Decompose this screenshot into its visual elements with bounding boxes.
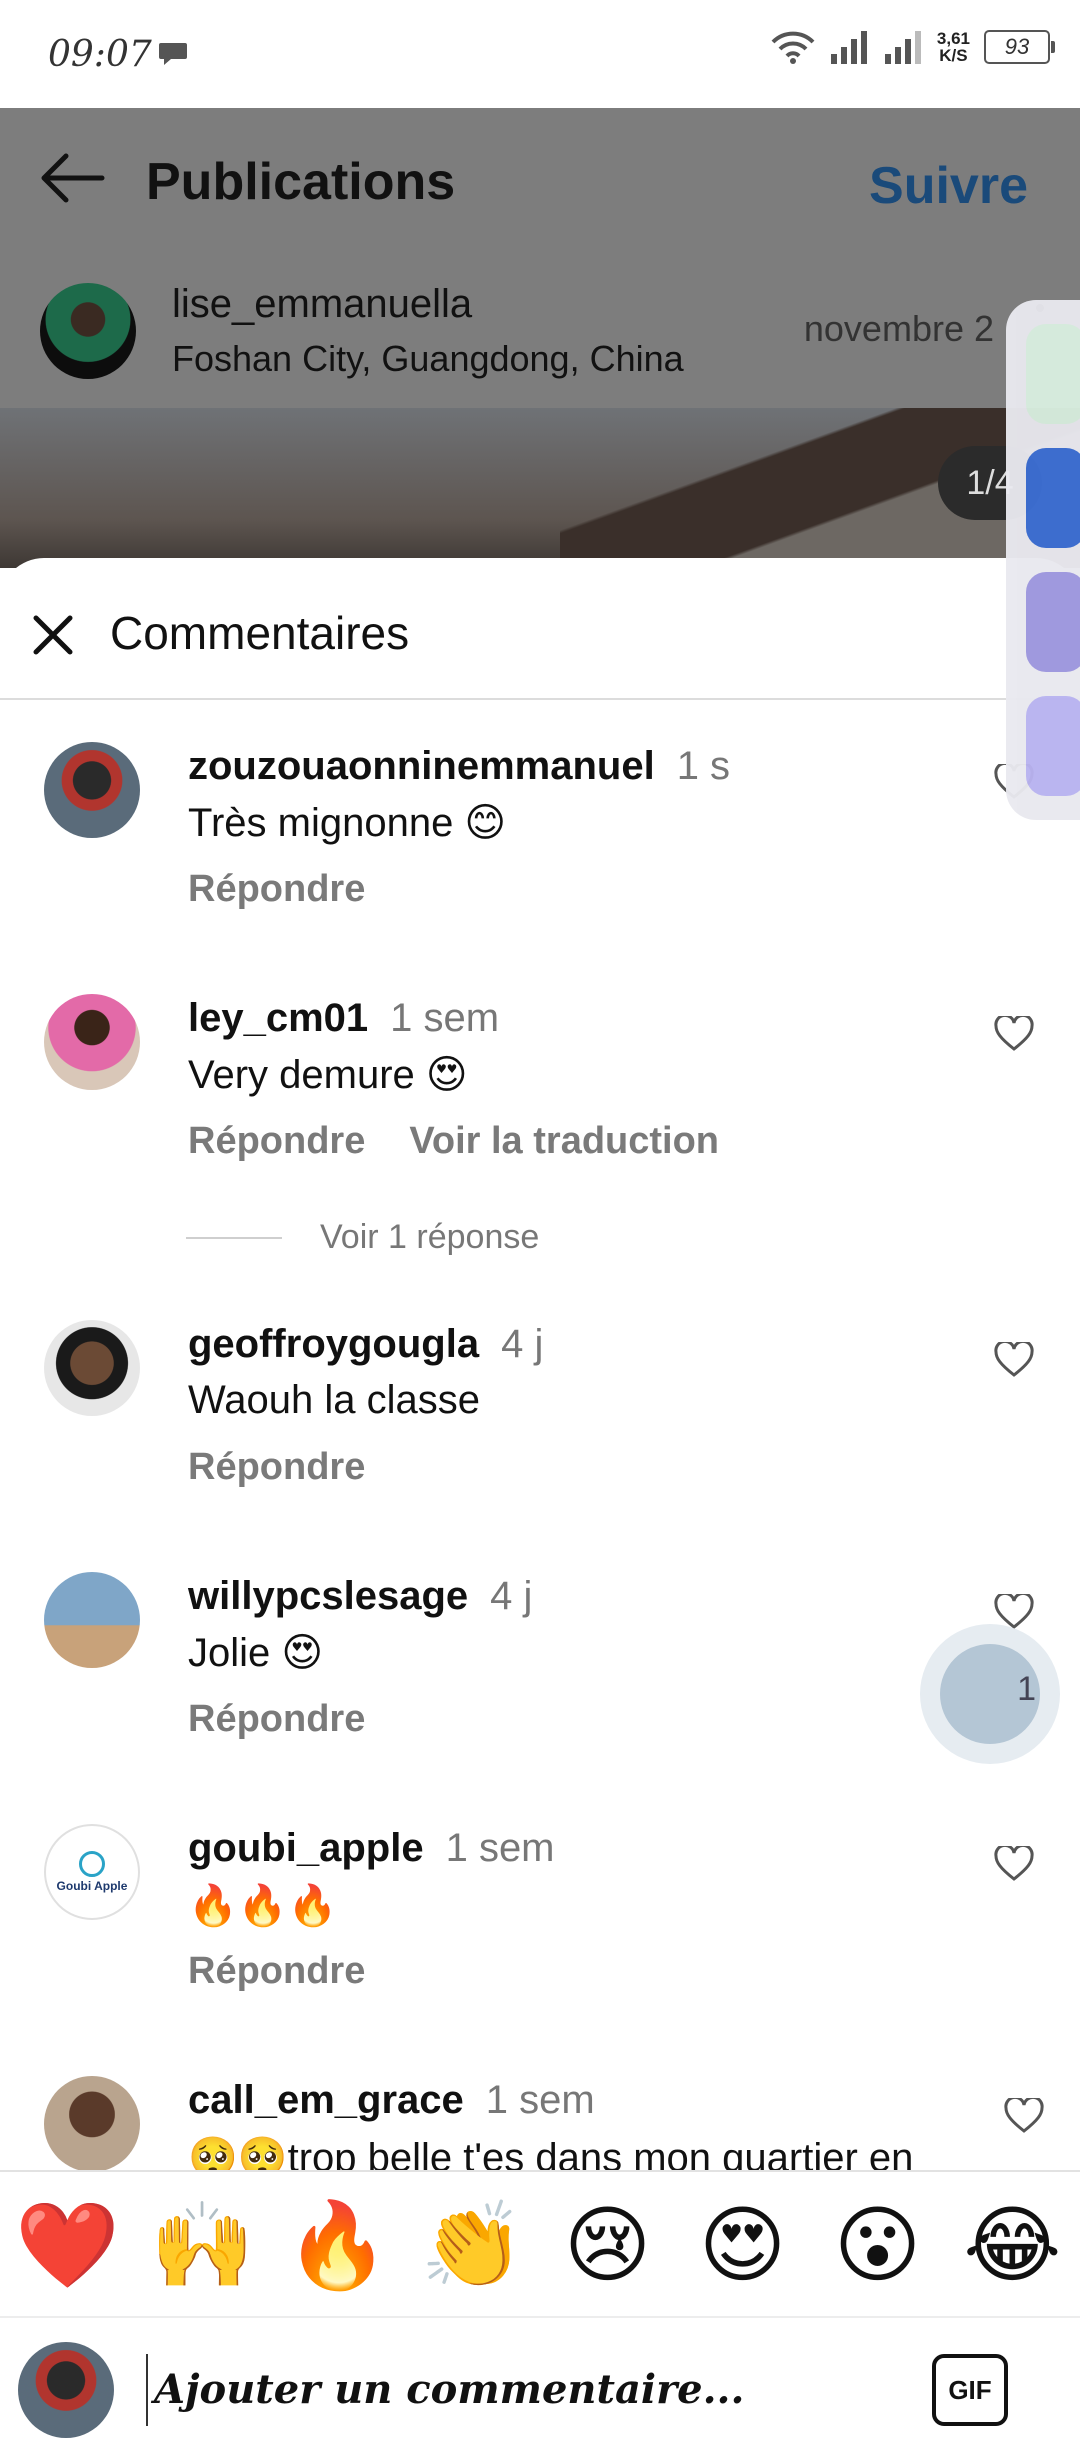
comment-username-text[interactable]: zouzouaonninemmanuel	[188, 744, 655, 788]
reply-button[interactable]: Répondre	[188, 1446, 365, 1488]
comment-username-text[interactable]: call_em_grace	[188, 2078, 464, 2122]
heart-icon[interactable]	[994, 1342, 1034, 1378]
commenter-avatar[interactable]	[44, 1572, 140, 1668]
comment-item: zouzouaonninemmanuel 1 s Très mignonne 😊 …	[0, 742, 1080, 982]
reply-button[interactable]: Répondre	[188, 1950, 365, 1992]
comment-item: Goubi Apple goubi_apple 1 sem 🔥🔥🔥 Répondr…	[0, 1824, 1080, 2064]
floating-app-icon[interactable]	[1026, 696, 1080, 796]
network-speed-value: 3,61	[936, 29, 970, 48]
comment-username-text[interactable]: goubi_apple	[188, 1826, 424, 1870]
commenter-avatar[interactable]: Goubi Apple	[44, 1824, 140, 1920]
comment-text: 🔥🔥🔥	[188, 1884, 338, 1928]
comment-item: geoffroygougla 4 j Waouh la classe Répond…	[0, 1320, 1080, 1560]
comment-username[interactable]: ley_cm01 1 sem	[188, 996, 499, 1041]
comment-username[interactable]: geoffroygougla 4 j	[188, 1322, 543, 1367]
emoji-reaction-bar: ❤️ 🙌 🔥 👏 😢 😍 😮 😂	[0, 2170, 1080, 2318]
see-replies-label[interactable]: Voir 1 réponse	[320, 1218, 539, 1257]
goubi-apple-logo-text: Goubi Apple	[56, 1879, 128, 1893]
author-username[interactable]: lise_emmanuella	[172, 282, 472, 327]
comment-time: 1 sem	[390, 996, 500, 1040]
goubi-apple-logo	[79, 1851, 105, 1877]
comment-actions: Répondre Voir la traduction	[188, 1120, 763, 1163]
floating-app-icon[interactable]	[1026, 572, 1080, 672]
comment-item: willypcslesage 4 j Jolie 😍 Répondre	[0, 1572, 1080, 1812]
close-icon[interactable]	[28, 610, 78, 660]
comment-text: 🥺🥺trop belle t'es dans mon quartier en	[188, 2136, 914, 2170]
comment-time: 4 j	[490, 1574, 533, 1618]
emoji-heart-eyes-button[interactable]: 😍	[688, 2195, 798, 2295]
author-avatar[interactable]	[40, 283, 136, 379]
comment-text: Jolie 😍	[188, 1631, 324, 1675]
comment-username[interactable]: call_em_grace 1 sem	[188, 2078, 595, 2123]
comment-time: 1 s	[676, 744, 731, 788]
comment-text: Very demure 😍	[188, 1053, 468, 1097]
reply-button[interactable]: Répondre	[188, 868, 365, 910]
commenter-avatar[interactable]	[44, 742, 140, 838]
signal-icon-2	[884, 31, 921, 64]
network-speed-unit: K/S	[939, 46, 968, 65]
see-replies-button[interactable]: Voir 1 réponse	[186, 1218, 539, 1257]
battery-icon: 93	[984, 30, 1055, 64]
comment-time: 4 j	[501, 1322, 544, 1366]
comment-actions: Répondre	[188, 1950, 409, 1993]
comment-text: Waouh la classe	[188, 1378, 480, 1422]
wifi-icon	[771, 31, 815, 64]
message-notification-icon	[159, 43, 187, 65]
floating-app-icon[interactable]	[1026, 448, 1080, 548]
comment-input[interactable]: Ajouter un commentaire...	[146, 2354, 894, 2426]
heart-icon[interactable]	[994, 1846, 1034, 1882]
page-title: Publications	[146, 153, 456, 211]
reply-button[interactable]: Répondre	[188, 1120, 365, 1162]
comment-actions: Répondre	[188, 1446, 409, 1489]
follow-button[interactable]: Suivre	[869, 156, 1028, 216]
status-bar: 09:07 3,61 K/S 93	[0, 0, 1080, 108]
comment-username-text[interactable]: willypcslesage	[188, 1574, 468, 1618]
emoji-heart-button[interactable]: ❤️	[13, 2195, 123, 2295]
heart-icon[interactable]	[1004, 2098, 1044, 2134]
comment-actions: Répondre	[188, 868, 409, 911]
emoji-raised-hands-button[interactable]: 🙌	[148, 2195, 258, 2295]
floating-app-sidebar[interactable]	[1006, 300, 1080, 820]
heart-icon[interactable]	[994, 1016, 1034, 1052]
signal-icon	[830, 31, 867, 64]
replies-divider-line	[186, 1236, 282, 1239]
commenter-avatar[interactable]	[44, 994, 140, 1090]
comment-username-text[interactable]: ley_cm01	[188, 996, 368, 1040]
commenter-avatar[interactable]	[44, 2076, 140, 2170]
comment-actions: Répondre	[188, 1698, 409, 1741]
see-translation-button[interactable]: Voir la traduction	[409, 1120, 719, 1162]
comment-item: call_em_grace 1 sem 🥺🥺trop belle t'es dan…	[0, 2076, 1080, 2170]
post-header: Publications Suivre lise_emmanuella Fosh…	[0, 108, 1080, 408]
comments-title: Commentaires	[110, 607, 410, 659]
current-user-avatar	[18, 2342, 114, 2438]
post-image	[0, 408, 1080, 568]
comment-time: 1 sem	[485, 2078, 595, 2122]
back-arrow-icon[interactable]	[36, 148, 106, 208]
post-date: novembre 2	[803, 308, 994, 349]
emoji-cry-button[interactable]: 😢	[553, 2195, 663, 2295]
comment-username[interactable]: goubi_apple 1 sem	[188, 1826, 555, 1871]
emoji-laughing-button[interactable]: 😂	[958, 2195, 1068, 2295]
floating-app-icon[interactable]	[1026, 324, 1080, 424]
comment-username[interactable]: willypcslesage 4 j	[188, 1574, 532, 1619]
post-location[interactable]: Foshan City, Guangdong, China	[172, 338, 684, 380]
comments-sheet-header: Commentaires	[0, 558, 1080, 700]
comment-text: Très mignonne 😊	[188, 801, 507, 845]
comment-composer: Ajouter un commentaire... GIF	[0, 2316, 1080, 2462]
comment-item: ley_cm01 1 sem Very demure 😍 Répondre Voir…	[0, 994, 1080, 1234]
scroll-indicator[interactable]: 1	[920, 1624, 1060, 1764]
network-speed: 3,61 K/S	[937, 30, 970, 64]
emoji-surprised-button[interactable]: 😮	[823, 2195, 933, 2295]
comment-time: 1 sem	[445, 1826, 555, 1870]
comment-username[interactable]: zouzouaonninemmanuel 1 s	[188, 744, 730, 789]
commenter-avatar[interactable]	[44, 1320, 140, 1416]
comment-username-text[interactable]: geoffroygougla	[188, 1322, 479, 1366]
emoji-fire-button[interactable]: 🔥	[283, 2195, 393, 2295]
gif-button[interactable]: GIF	[932, 2354, 1008, 2426]
emoji-clap-button[interactable]: 👏	[418, 2195, 528, 2295]
scroll-indicator-count: 1	[1017, 1670, 1036, 1708]
status-time: 09:07	[48, 34, 152, 75]
reply-button[interactable]: Répondre	[188, 1698, 365, 1740]
